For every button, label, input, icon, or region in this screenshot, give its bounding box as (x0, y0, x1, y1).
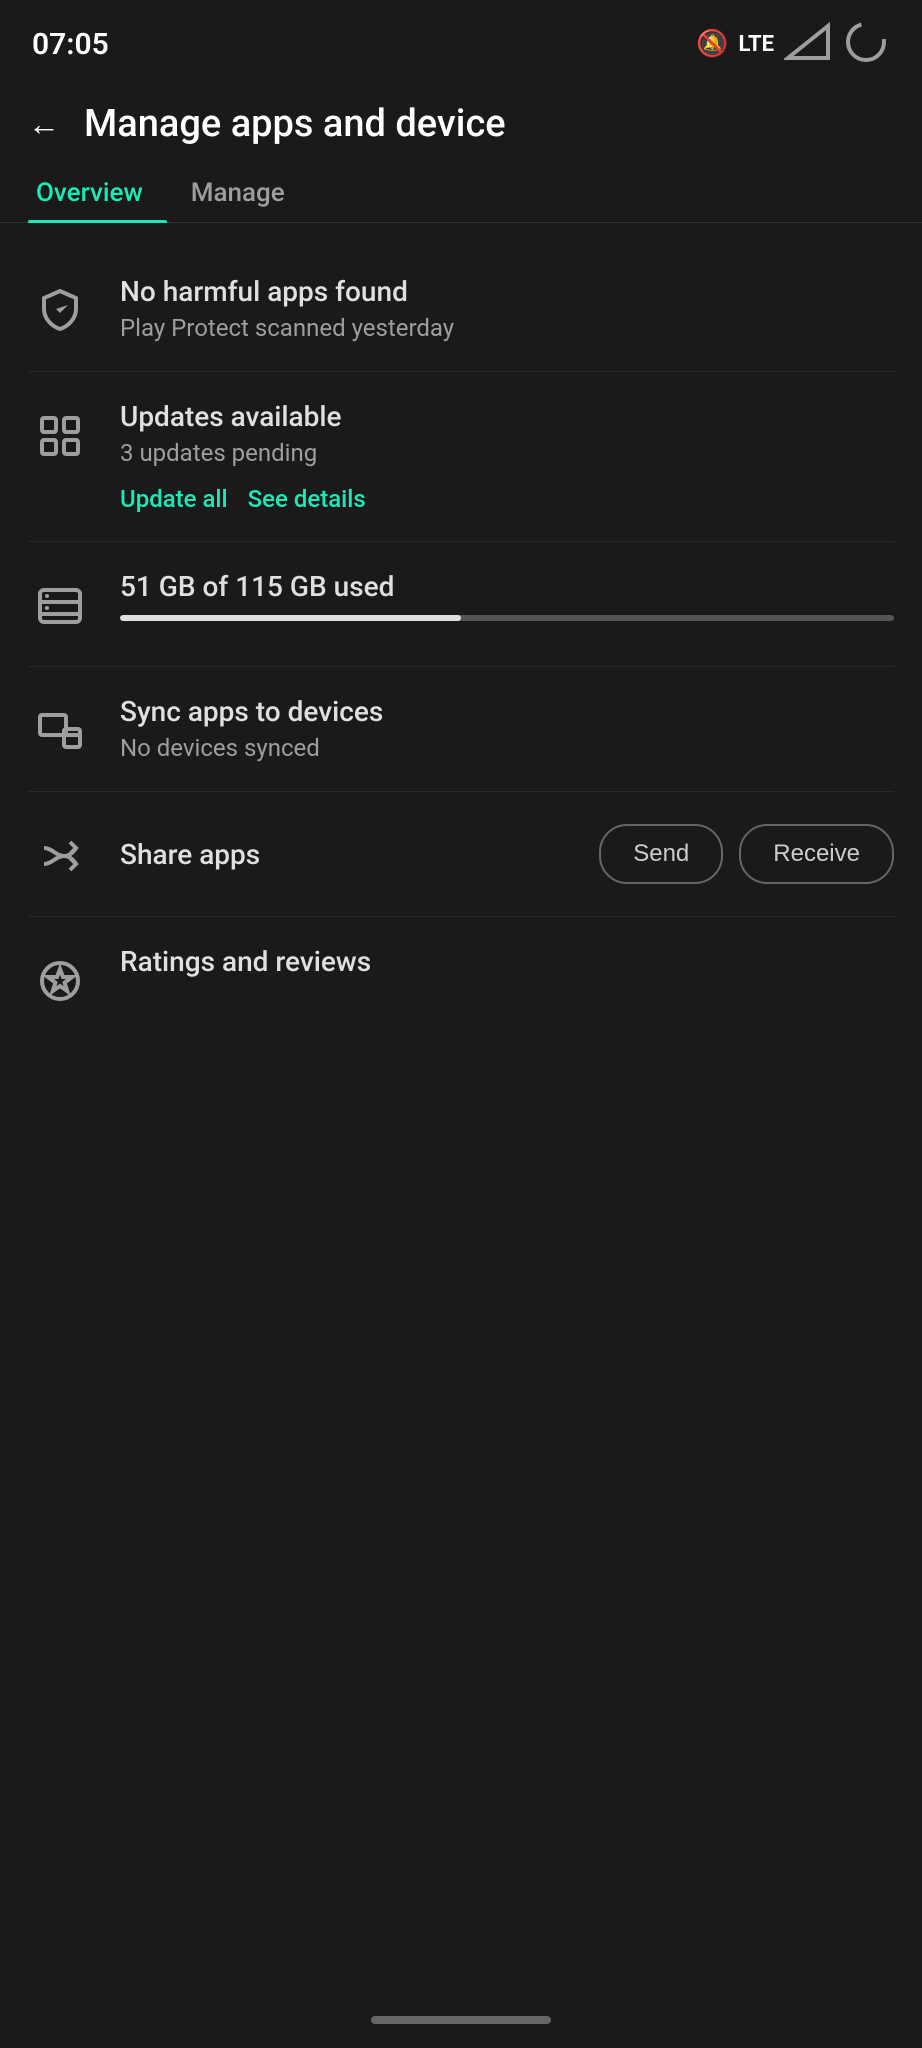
updates-subtitle: 3 updates pending (120, 439, 894, 467)
status-time: 07:05 (32, 27, 109, 62)
play-protect-content: No harmful apps found Play Protect scann… (120, 275, 894, 342)
shield-icon (28, 279, 92, 343)
page-title: Manage apps and device (84, 102, 506, 146)
send-button[interactable]: Send (599, 824, 723, 884)
share-apps-section: Share apps Send Receive (28, 792, 894, 916)
receive-button[interactable]: Receive (739, 824, 894, 884)
circle-icon (842, 18, 890, 70)
page-header: ← Manage apps and device (0, 82, 922, 162)
storage-section: 51 GB of 115 GB used (28, 542, 894, 666)
home-indicator (371, 2016, 551, 2024)
play-protect-title: No harmful apps found (120, 275, 894, 308)
sync-subtitle: No devices synced (120, 734, 894, 762)
mute-icon: 🔕 (696, 29, 728, 59)
storage-progress-bar (120, 615, 894, 621)
updates-title: Updates available (120, 400, 894, 433)
status-icons: 🔕 LTE (696, 18, 890, 70)
play-protect-section: No harmful apps found Play Protect scann… (28, 247, 894, 371)
sync-section: Sync apps to devices No devices synced (28, 667, 894, 791)
play-protect-subtitle: Play Protect scanned yesterday (120, 314, 894, 342)
updates-section: Updates available 3 updates pending Upda… (28, 372, 894, 541)
update-all-button[interactable]: Update all (120, 485, 228, 513)
sync-content: Sync apps to devices No devices synced (120, 695, 894, 762)
sync-icon (28, 699, 92, 763)
updates-icon (28, 404, 92, 468)
ratings-icon (28, 949, 92, 1013)
status-bar: 07:05 🔕 LTE (0, 0, 922, 82)
sync-title: Sync apps to devices (120, 695, 894, 728)
storage-content: 51 GB of 115 GB used (120, 570, 894, 621)
storage-icon (28, 574, 92, 638)
ratings-section: Ratings and reviews (28, 917, 894, 1041)
bottom-nav-bar (0, 2000, 922, 2048)
content-area: No harmful apps found Play Protect scann… (0, 223, 922, 1065)
see-details-button[interactable]: See details (248, 485, 366, 513)
share-apps-label: Share apps (120, 838, 260, 871)
share-apps-buttons: Send Receive (599, 824, 894, 884)
updates-content: Updates available 3 updates pending Upda… (120, 400, 894, 513)
back-button[interactable]: ← (28, 105, 60, 143)
storage-title: 51 GB of 115 GB used (120, 570, 894, 603)
lte-indicator: LTE (739, 32, 774, 57)
tab-bar: Overview Manage (0, 162, 922, 223)
share-icon (28, 824, 92, 888)
signal-icon (784, 18, 832, 70)
ratings-content: Ratings and reviews (120, 945, 894, 984)
tab-overview[interactable]: Overview (28, 162, 167, 222)
updates-actions: Update all See details (120, 485, 894, 513)
ratings-title: Ratings and reviews (120, 945, 894, 978)
tab-manage[interactable]: Manage (183, 162, 309, 222)
storage-progress-fill (120, 615, 461, 621)
